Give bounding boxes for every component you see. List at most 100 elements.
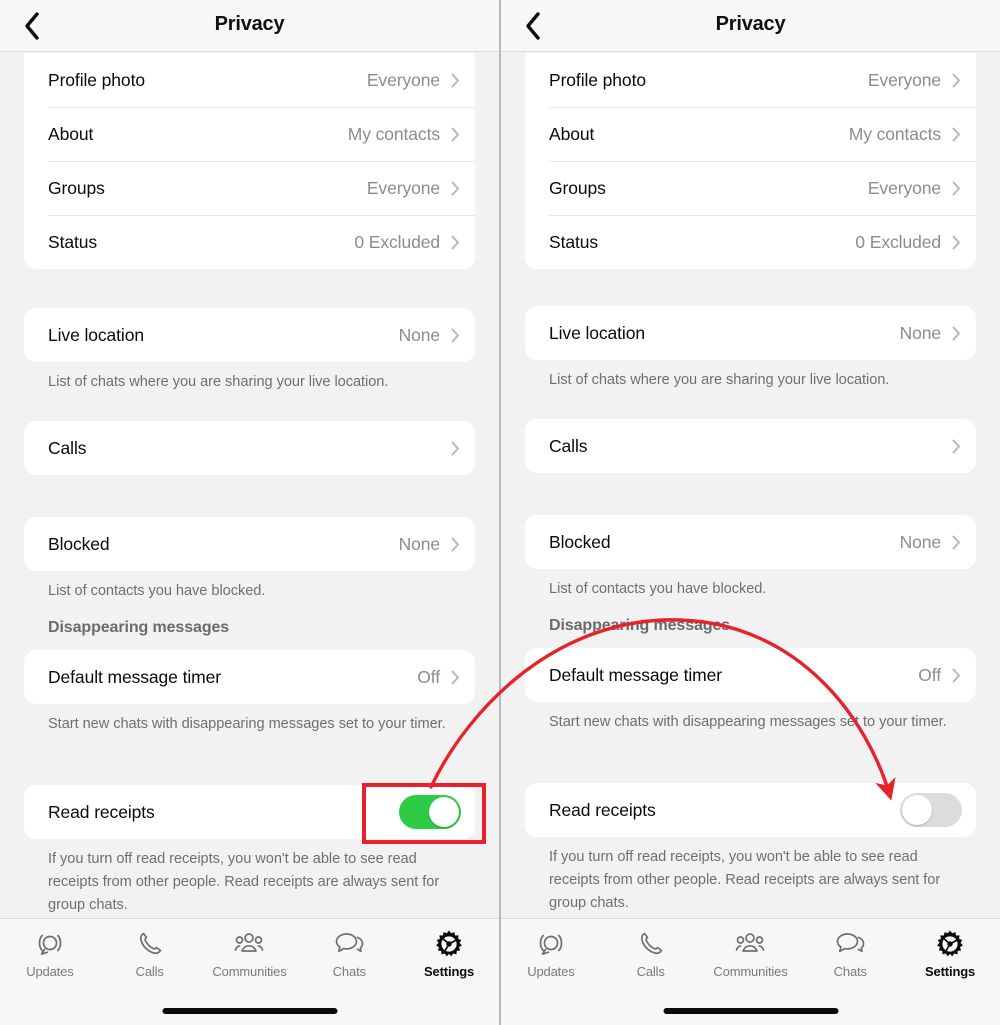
blocked-card: Blocked None — [24, 517, 475, 571]
chevron-right-icon — [449, 233, 461, 251]
tab-label: Communities — [713, 964, 788, 979]
tab-updates[interactable]: Updates — [501, 927, 601, 993]
chevron-right-icon — [449, 179, 461, 197]
row-label: Blocked — [48, 533, 110, 554]
disappearing-footnote: Start new chats with disappearing messag… — [549, 714, 947, 730]
row-label: Profile photo — [48, 69, 145, 90]
disappearing-footnote: Start new chats with disappearing messag… — [48, 716, 446, 732]
row-label: Groups — [549, 177, 606, 198]
tab-label: Communities — [212, 964, 287, 979]
tab-communities[interactable]: Communities — [200, 927, 300, 993]
row-label: Calls — [48, 437, 87, 458]
row-label: About — [549, 123, 595, 144]
tab-label: Calls — [135, 964, 164, 979]
live-location-card: Live location None — [525, 306, 976, 360]
comparison-screenshot: Privacy Profile photo Everyone About My … — [0, 0, 1000, 1025]
row-label: Calls — [549, 435, 588, 456]
row-blocked[interactable]: Blocked None — [525, 515, 976, 569]
tab-settings[interactable]: Settings — [900, 927, 1000, 993]
row-label: Status — [48, 231, 98, 252]
live-location-card: Live location None — [24, 308, 475, 362]
row-blocked[interactable]: Blocked None — [24, 517, 475, 571]
blocked-footnote: List of contacts you have blocked. — [48, 583, 266, 599]
row-read-receipts[interactable]: Read receipts — [24, 785, 475, 839]
row-about[interactable]: About My contacts — [525, 107, 976, 161]
row-read-receipts[interactable]: Read receipts — [525, 783, 976, 837]
chevron-right-icon — [449, 535, 461, 553]
row-value: 0 Excluded — [855, 231, 941, 252]
chevron-right-icon — [950, 71, 962, 89]
tab-calls[interactable]: Calls — [601, 927, 701, 993]
panel-divider — [499, 0, 501, 1025]
row-groups[interactable]: Groups Everyone — [525, 161, 976, 215]
disappearing-messages-header: Disappearing messages — [48, 619, 230, 636]
blocked-card: Blocked None — [525, 515, 976, 569]
calls-card: Calls — [24, 421, 475, 475]
home-indicator — [663, 1008, 838, 1014]
settings-scroll-area[interactable]: Profile photo Everyone About My contacts… — [501, 53, 1000, 1025]
row-value: None — [398, 533, 441, 554]
tab-chats[interactable]: Chats — [800, 927, 900, 993]
row-about[interactable]: About My contacts — [24, 107, 475, 161]
phone-icon — [636, 927, 666, 961]
row-profile-photo[interactable]: Profile photo Everyone — [525, 53, 976, 107]
tab-communities[interactable]: Communities — [701, 927, 801, 993]
toggle-knob — [902, 795, 932, 825]
home-indicator — [162, 1008, 337, 1014]
live-location-footnote: List of chats where you are sharing your… — [48, 374, 389, 390]
phone-icon — [135, 927, 165, 961]
chevron-right-icon — [950, 324, 962, 342]
row-live-location[interactable]: Live location None — [24, 308, 475, 362]
row-value: Off — [417, 666, 440, 687]
row-label: Default message timer — [549, 664, 722, 685]
chat-bubbles-icon — [833, 927, 867, 961]
bottom-tab-bar: Updates Calls Communities Chats Settings — [0, 918, 499, 1025]
row-label: Blocked — [549, 531, 611, 552]
chevron-right-icon — [950, 179, 962, 197]
row-live-location[interactable]: Live location None — [525, 306, 976, 360]
row-value: Everyone — [366, 69, 440, 90]
gear-icon — [434, 927, 464, 961]
page-title: Privacy — [214, 13, 285, 35]
row-value: Everyone — [366, 177, 440, 198]
nav-header: Privacy — [501, 0, 1000, 52]
communities-people-icon — [232, 927, 266, 961]
row-value: My contacts — [848, 123, 941, 144]
row-status[interactable]: Status 0 Excluded — [24, 215, 475, 269]
tab-chats[interactable]: Chats — [299, 927, 399, 993]
chevron-right-icon — [950, 233, 962, 251]
row-calls[interactable]: Calls — [525, 419, 976, 473]
row-calls[interactable]: Calls — [24, 421, 475, 475]
settings-scroll-area[interactable]: Profile photo Everyone About My contacts… — [0, 53, 499, 1025]
bottom-tab-bar: Updates Calls Communities Chats Settings — [501, 918, 1000, 1025]
tab-updates[interactable]: Updates — [0, 927, 100, 993]
tab-settings[interactable]: Settings — [399, 927, 499, 993]
calls-card: Calls — [525, 419, 976, 473]
row-groups[interactable]: Groups Everyone — [24, 161, 475, 215]
read-receipts-footnote: If you turn off read receipts, you won't… — [549, 849, 941, 911]
default-message-timer-card: Default message timer Off — [525, 648, 976, 702]
row-value: None — [398, 324, 441, 345]
row-value: Off — [918, 664, 941, 685]
live-location-footnote: List of chats where you are sharing your… — [549, 372, 890, 388]
row-label: About — [48, 123, 94, 144]
row-default-message-timer[interactable]: Default message timer Off — [24, 650, 475, 704]
read-receipts-card: Read receipts — [24, 785, 475, 839]
visibility-card: Profile photo Everyone About My contacts… — [24, 53, 475, 269]
row-label: Profile photo — [549, 69, 646, 90]
chevron-right-icon — [449, 326, 461, 344]
read-receipts-toggle-right[interactable] — [900, 793, 962, 827]
row-label: Default message timer — [48, 666, 221, 687]
communities-people-icon — [733, 927, 767, 961]
gear-icon — [935, 927, 965, 961]
row-profile-photo[interactable]: Profile photo Everyone — [24, 53, 475, 107]
chevron-right-icon — [449, 125, 461, 143]
chevron-right-icon — [950, 437, 962, 455]
chevron-right-icon — [950, 533, 962, 551]
read-receipts-toggle-left[interactable] — [399, 795, 461, 829]
tab-label: Updates — [527, 964, 575, 979]
tab-calls[interactable]: Calls — [100, 927, 200, 993]
row-default-message-timer[interactable]: Default message timer Off — [525, 648, 976, 702]
row-status[interactable]: Status 0 Excluded — [525, 215, 976, 269]
toggle-knob — [429, 797, 459, 827]
